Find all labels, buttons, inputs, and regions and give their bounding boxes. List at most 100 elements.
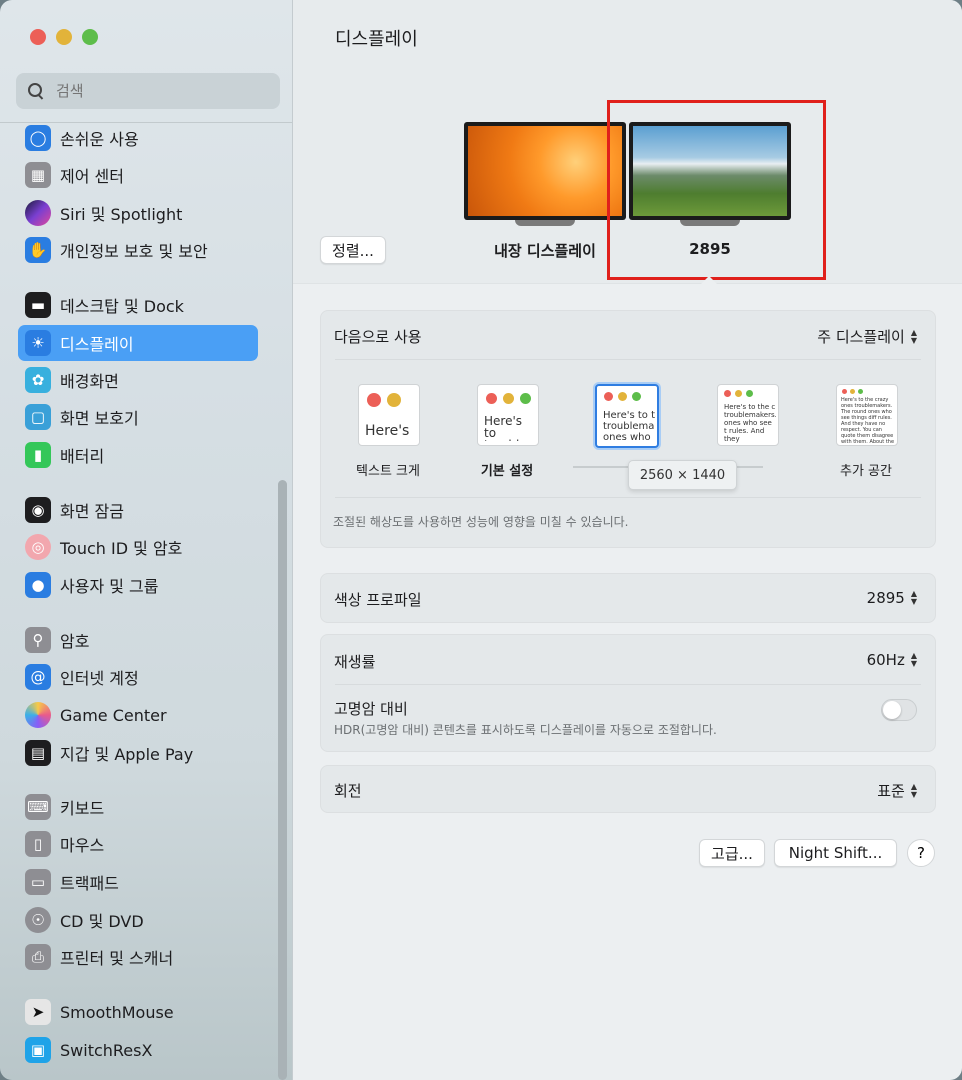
sidebar-item-label: 제어 센터 — [60, 167, 124, 186]
sidebar-item-label: 암호 — [60, 632, 90, 651]
resolution-option-larger-text[interactable]: Here's — [358, 384, 420, 446]
search-icon — [26, 81, 46, 101]
sidebar-item-label: 배터리 — [60, 447, 105, 466]
sidebar-item-switchresx[interactable]: ▣ SwitchResX — [18, 1032, 258, 1068]
display-thumbnail-builtin[interactable] — [464, 122, 626, 220]
resolution-label-more-space: 추가 공간 — [840, 464, 892, 479]
chevron-updown-icon: ▲ ▼ — [910, 781, 917, 799]
sidebar-item-label: 화면 잠금 — [60, 502, 124, 521]
sidebar-item-printers-scanners[interactable]: ⎙ 프린터 및 스캐너 — [18, 939, 258, 975]
wallet-icon: ▤ — [25, 740, 51, 766]
sidebar-item-label: 프린터 및 스캐너 — [60, 949, 174, 968]
sidebar-item-touch-id[interactable]: ◎ Touch ID 및 암호 — [18, 529, 258, 565]
sidebar-item-mouse[interactable]: ▯ 마우스 — [18, 826, 258, 862]
trackpad-icon: ▭ — [25, 869, 51, 895]
hdr-toggle[interactable] — [881, 699, 917, 721]
fingerprint-icon: ◎ — [25, 534, 51, 560]
resolution-label-default: 기본 설정 — [480, 464, 534, 479]
use-as-select[interactable]: 주 디스플레이 ▲ ▼ — [817, 326, 917, 347]
sidebar-item-keyboard[interactable]: ⌨ 키보드 — [18, 789, 258, 825]
sidebar-item-label: 사용자 및 그룹 — [60, 577, 159, 596]
sidebar-item-label: CD 및 DVD — [60, 912, 144, 931]
rotation-select[interactable]: 표준 ▲ ▼ — [877, 780, 917, 801]
preview-text: Here's to t troublema ones who — [603, 410, 655, 443]
minimize-button[interactable] — [56, 29, 72, 45]
hand-icon: ✋ — [25, 237, 51, 263]
sidebar-item-label: 데스크탑 및 Dock — [60, 297, 184, 316]
sidebar-item-smoothmouse[interactable]: ➤ SmoothMouse — [18, 994, 258, 1030]
at-icon: @ — [25, 664, 51, 690]
window-dots-icon — [367, 393, 401, 407]
builtin-wallpaper-image — [468, 126, 622, 216]
zoom-button[interactable] — [82, 29, 98, 45]
rotation-label: 회전 — [334, 782, 362, 800]
preview-text: Here's to troublem — [484, 415, 534, 441]
sidebar-item-desktop-dock[interactable]: ▬ 데스크탑 및 Dock — [18, 287, 258, 323]
siri-icon — [25, 200, 51, 226]
arrange-button[interactable]: 정렬... — [320, 236, 386, 264]
sidebar-item-privacy-security[interactable]: ✋ 개인정보 보호 및 보안 — [18, 232, 258, 268]
night-shift-button[interactable]: Night Shift... — [774, 839, 897, 867]
lock-icon: ◉ — [25, 497, 51, 523]
resolution-label-larger-text: 텍스트 크게 — [356, 464, 420, 479]
search-input[interactable] — [54, 81, 258, 101]
preview-text: Here's to the crazy ones troublemakers. … — [841, 397, 895, 443]
sidebar-item-displays[interactable]: ☀ 디스플레이 — [18, 325, 258, 361]
sidebar-item-wallpaper[interactable]: ✿ 배경화면 — [18, 362, 258, 398]
resolution-option-more-space-1[interactable]: Here's to the c troublemakers. ones who … — [717, 384, 779, 446]
sidebar-item-wallet[interactable]: ▤ 지갑 및 Apple Pay — [18, 735, 258, 771]
resolution-option-more-space[interactable]: Here's to the crazy ones troublemakers. … — [836, 384, 898, 446]
sidebar-scrollbar[interactable] — [278, 480, 287, 1080]
preview-text: Here's to the c troublemakers. ones who … — [724, 403, 776, 443]
mouse-icon: ▯ — [25, 831, 51, 857]
chevron-updown-icon: ▲ ▼ — [910, 327, 917, 345]
sidebar-item-label: 디스플레이 — [60, 335, 134, 354]
sidebar-item-label: 마우스 — [60, 836, 105, 855]
rotation-row: 회전 표준 ▲ ▼ — [320, 765, 936, 813]
sidebar-item-label: SwitchResX — [60, 1040, 153, 1060]
help-button[interactable]: ? — [907, 839, 935, 867]
sidebar-item-battery[interactable]: ▮ 배터리 — [18, 437, 258, 473]
refresh-rate-select[interactable]: 60Hz ▲ ▼ — [867, 651, 917, 669]
sidebar-item-label: 키보드 — [60, 799, 105, 818]
refresh-rate-label: 재생률 — [334, 653, 376, 671]
sidebar-item-trackpad[interactable]: ▭ 트랙패드 — [18, 864, 258, 900]
resolution-option-selected[interactable]: Here's to t troublema ones who — [595, 384, 659, 448]
sidebar-item-cd-dvd[interactable]: ☉ CD 및 DVD — [18, 902, 258, 938]
color-profile-label: 색상 프로파일 — [334, 591, 422, 609]
dock-icon: ▬ — [25, 292, 51, 318]
chevron-updown-icon: ▲ ▼ — [910, 589, 917, 606]
display-arrangement-area: 디스플레이 내장 디스플레이 2895 정렬... — [293, 0, 962, 284]
sidebar-item-label: 화면 보호기 — [60, 409, 139, 428]
sidebar-item-passwords[interactable]: ⚲ 암호 — [18, 622, 258, 658]
sidebar-item-screensaver[interactable]: ▢ 화면 보호기 — [18, 399, 258, 435]
keyboard-icon: ⌨ — [25, 794, 51, 820]
use-as-label: 다음으로 사용 — [334, 328, 422, 346]
advanced-button[interactable]: 고급... — [699, 839, 765, 867]
sidebar-item-label: 손쉬운 사용 — [60, 130, 139, 149]
printer-icon: ⎙ — [25, 944, 51, 970]
sidebar-item-label: SmoothMouse — [60, 1002, 174, 1022]
wallpaper-flower-icon: ✿ — [25, 367, 51, 393]
hdr-description: HDR(고명암 대비) 콘텐츠를 표시하도록 디스플레이를 자동으로 조절합니다… — [334, 723, 717, 737]
selection-highlight-box — [607, 100, 826, 280]
search-field[interactable] — [16, 73, 280, 109]
color-profile-select[interactable]: 2895 ▲ ▼ — [867, 589, 917, 607]
sidebar-item-game-center[interactable]: Game Center — [18, 697, 258, 733]
sidebar-item-label: Siri 및 Spotlight — [60, 205, 183, 224]
divider — [335, 497, 921, 498]
battery-icon: ▮ — [25, 442, 51, 468]
sidebar-item-accessibility[interactable]: ◯ 손쉬운 사용 — [18, 120, 258, 156]
sidebar-item-control-center[interactable]: ▦ 제어 센터 — [18, 157, 258, 193]
close-button[interactable] — [30, 29, 46, 45]
sidebar-item-internet-accounts[interactable]: @ 인터넷 계정 — [18, 659, 258, 695]
sidebar-item-siri-spotlight[interactable]: Siri 및 Spotlight — [18, 195, 258, 231]
resolution-option-default[interactable]: Here's to troublem — [477, 384, 539, 446]
main-pane: 디스플레이 내장 디스플레이 2895 정렬... 다음으로 사용 주 디스플레… — [293, 0, 962, 1080]
sidebar-item-label: 개인정보 보호 및 보안 — [60, 242, 208, 261]
sidebar-item-label: 트랙패드 — [60, 874, 119, 893]
sidebar-item-lock-screen[interactable]: ◉ 화면 잠금 — [18, 492, 258, 528]
sidebar-item-users-groups[interactable]: ● 사용자 및 그룹 — [18, 567, 258, 603]
sidebar-item-label: 지갑 및 Apple Pay — [60, 745, 194, 764]
sidebar-item-label: Game Center — [60, 705, 167, 725]
